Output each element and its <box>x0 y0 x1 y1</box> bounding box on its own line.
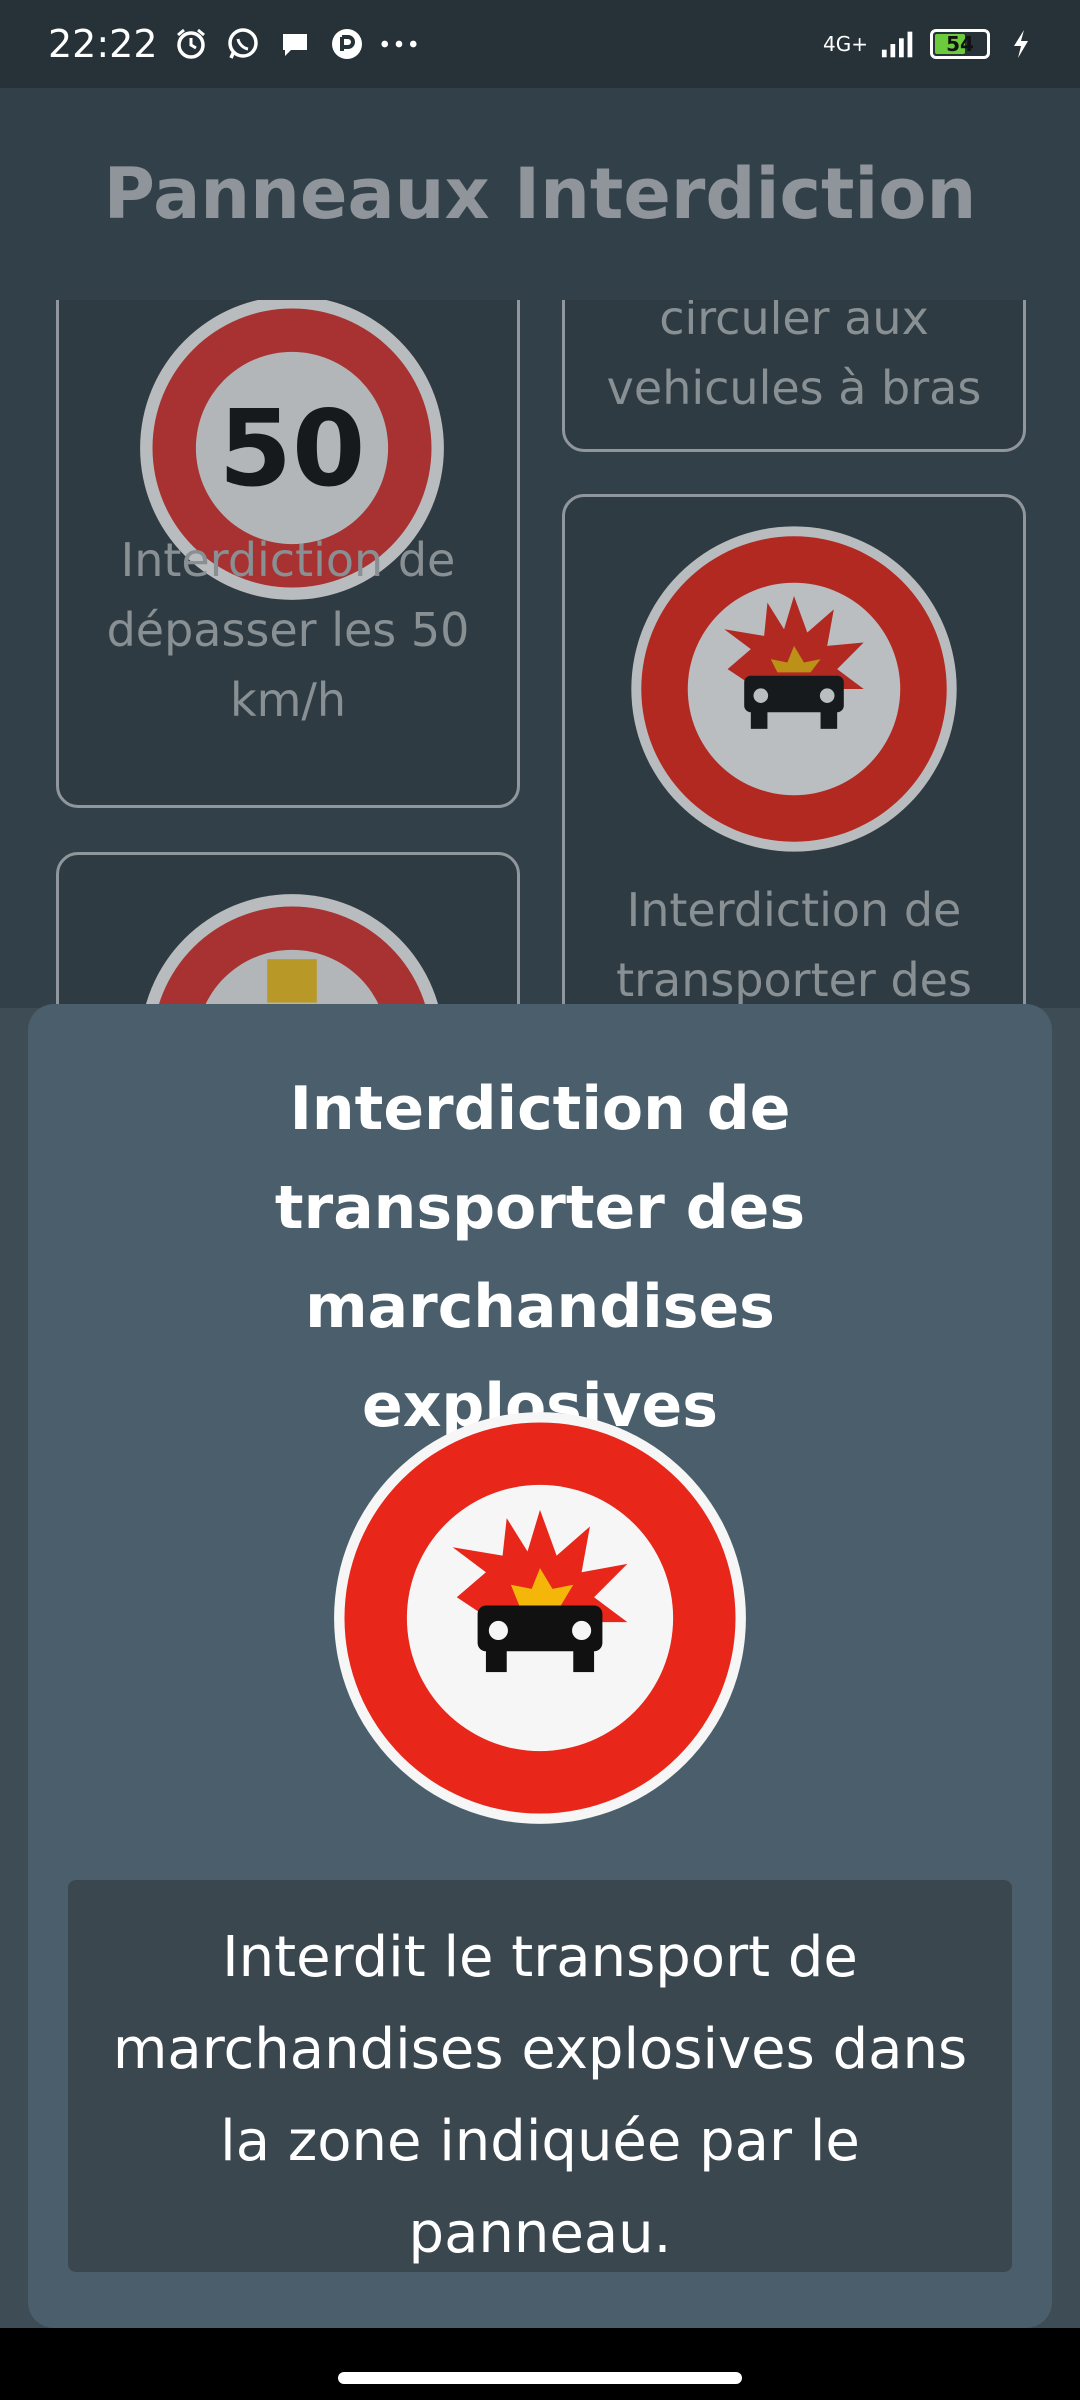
sign-card-label: circuler aux vehicules à bras <box>606 300 982 415</box>
explosives-sign-icon <box>631 526 957 852</box>
network-type: 4G+ <box>823 32 868 56</box>
status-bar: 22:22 4G+ 54 <box>0 0 1080 88</box>
home-indicator[interactable] <box>338 2372 742 2384</box>
app-icon <box>328 25 366 63</box>
sign-card-speed-50[interactable]: 50 Interdiction de dépasser les 50 km/h <box>56 300 520 808</box>
description-box: Interdit le transport de marchandises ex… <box>68 1880 1012 2272</box>
sign-card-hand-vehicles[interactable]: circuler aux vehicules à bras <box>562 300 1026 452</box>
app-bar: Panneaux Interdiction <box>0 88 1080 300</box>
speed-value: 50 <box>219 387 366 510</box>
status-right: 4G+ 54 <box>823 25 1040 63</box>
charging-icon <box>1002 25 1040 63</box>
sign-grid: 50 Interdiction de dépasser les 50 km/h … <box>0 300 1080 1008</box>
sign-card-label: Interdiction de transporter des <box>616 883 972 1007</box>
explosives-sign-icon <box>334 1412 746 1824</box>
page-title: Panneaux Interdiction <box>103 153 977 235</box>
sign-card-explosives[interactable]: Interdiction de transporter des <box>562 494 1026 1008</box>
sign-card-label: Interdiction de dépasser les 50 km/h <box>106 533 470 727</box>
sheet-title: Interdiction de transporter des marchand… <box>274 1074 806 1441</box>
navigation-bar <box>0 2328 1080 2400</box>
truck-sign-icon <box>144 894 440 1008</box>
battery-percent: 54 <box>946 32 974 56</box>
alarm-icon <box>172 25 210 63</box>
sign-description: Interdit le transport de marchandises ex… <box>112 1925 968 2266</box>
clock: 22:22 <box>48 22 158 66</box>
sign-detail-sheet: Interdiction de transporter des marchand… <box>28 1004 1052 2328</box>
signal-icon <box>880 25 918 63</box>
battery-icon: 54 <box>930 29 990 59</box>
sign-card-truck[interactable] <box>56 852 520 1008</box>
whatsapp-icon <box>224 25 262 63</box>
more-icon <box>380 25 418 63</box>
status-left: 22:22 <box>48 22 418 66</box>
message-icon <box>276 25 314 63</box>
